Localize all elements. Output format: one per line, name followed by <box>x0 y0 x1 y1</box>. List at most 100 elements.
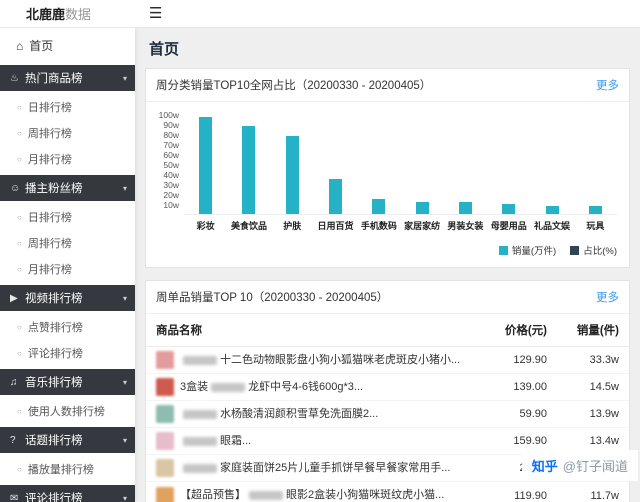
price-cell: 129.90 <box>473 347 557 374</box>
sidebar-item[interactable]: ○ 月排行榜 <box>0 256 135 282</box>
table-row[interactable]: 水杨酸清润颜积雪草免洗面膜2... 59.90 13.9w <box>146 401 629 428</box>
page-title: 首页 <box>149 38 630 59</box>
bar-column <box>271 115 314 214</box>
bullet-icon: ○ <box>17 407 22 416</box>
column-header-sales: 销量(件) <box>557 314 629 347</box>
sidebar-item[interactable]: ○ 点赞排行榜 <box>0 314 135 340</box>
x-tick-label: 男装女装 <box>444 219 487 232</box>
sidebar-section-label: 视频排行榜 <box>25 290 119 306</box>
x-axis-labels: 彩妆美食饮品护肤日用百货手机数码家居家纺男装女装母婴用品礼品文娱玩具 <box>184 219 617 232</box>
y-tick-label: 60w <box>163 150 179 160</box>
bar[interactable] <box>372 199 385 214</box>
price-cell: 139.00 <box>473 374 557 401</box>
sidebar-section-4[interactable]: ? 话题排行榜 ▾ <box>0 427 135 453</box>
user-icon: ☺ <box>10 183 25 194</box>
bar[interactable] <box>416 202 429 214</box>
chevron-down-icon: ▾ <box>123 494 127 502</box>
bar-column <box>357 115 400 214</box>
bar[interactable] <box>546 206 559 214</box>
sidebar-home-label: 首页 <box>29 37 53 54</box>
bar[interactable] <box>286 136 299 214</box>
table-header-row: 商品名称 价格(元) 销量(件) <box>146 314 629 347</box>
hamburger-menu-icon[interactable]: ☰ <box>149 6 162 21</box>
sidebar-item[interactable]: ○ 评论排行榜 <box>0 340 135 366</box>
product-name-prefix: 【超品预售】 <box>180 489 246 501</box>
blurred-text <box>183 356 217 365</box>
bullet-icon: ○ <box>17 349 22 358</box>
product-name-text: 龙虾中号4-6钱600g*3... <box>248 381 363 393</box>
sidebar-item[interactable]: ○ 周排行榜 <box>0 120 135 146</box>
table-row[interactable]: 【超品预售】眼影2盒装小狗猫咪斑纹虎小猫... 119.90 11.7w <box>146 482 629 502</box>
plot-area <box>184 115 617 215</box>
x-tick-label: 家居家纺 <box>400 219 443 232</box>
sidebar-item[interactable]: ○ 播放量排行榜 <box>0 456 135 482</box>
sidebar-item-home[interactable]: ⌂ 首页 <box>0 28 135 62</box>
brand-text-light: 数据 <box>65 7 91 22</box>
y-tick-label: 90w <box>163 120 179 130</box>
chevron-down-icon: ▾ <box>123 378 127 387</box>
sidebar-section-1[interactable]: ☺ 播主粉丝榜 ▾ <box>0 175 135 201</box>
legend-swatch <box>499 246 508 255</box>
table-row[interactable]: 十二色动物眼影盘小狗小狐猫咪老虎斑皮小猪小... 129.90 33.3w <box>146 347 629 374</box>
sidebar-section-label: 播主粉丝榜 <box>25 180 119 196</box>
topic-icon: ? <box>10 435 25 446</box>
blurred-text <box>183 437 217 446</box>
legend-item[interactable]: 占比(%) <box>570 243 617 257</box>
bar[interactable] <box>199 117 212 214</box>
app-window: 北鹿鹿数据 ☰ ⌂ 首页 ♨ 热门商品榜 ▾ ○ 日排行榜 ○ 周排行榜 ○ 月… <box>0 0 640 502</box>
watermark-handle: @钉子闻道 <box>563 456 628 475</box>
table-more-link[interactable]: 更多 <box>596 289 619 305</box>
sidebar-item[interactable]: ○ 月排行榜 <box>0 146 135 172</box>
sidebar-section-5[interactable]: ✉ 评论排行榜 ▾ <box>0 485 135 502</box>
chart-card: 周分类销量TOP10全网占比（20200330 - 20200405） 更多 1… <box>145 68 630 268</box>
sidebar-item[interactable]: ○ 日排行榜 <box>0 204 135 230</box>
sidebar-item[interactable]: ○ 日排行榜 <box>0 94 135 120</box>
legend-item[interactable]: 销量(万件) <box>499 243 556 257</box>
sales-cell: 14.5w <box>557 374 629 401</box>
sidebar-section-label: 音乐排行榜 <box>25 374 119 390</box>
sidebar: ⌂ 首页 ♨ 热门商品榜 ▾ ○ 日排行榜 ○ 周排行榜 ○ 月排行榜 ☺ 播主… <box>0 28 135 502</box>
bullet-icon: ○ <box>17 213 22 222</box>
brand-text-bold: 北鹿鹿 <box>26 7 65 22</box>
legend-label: 占比(%) <box>583 243 617 257</box>
sidebar-item[interactable]: ○ 使用人数排行榜 <box>0 398 135 424</box>
blurred-text <box>183 410 217 419</box>
comment-icon: ✉ <box>10 493 25 502</box>
sidebar-section-3[interactable]: ♫ 音乐排行榜 ▾ <box>0 369 135 395</box>
legend-label: 销量(万件) <box>512 243 556 257</box>
bullet-icon: ○ <box>17 239 22 248</box>
chart-card-header: 周分类销量TOP10全网占比（20200330 - 20200405） 更多 <box>146 69 629 102</box>
bullet-icon: ○ <box>17 103 22 112</box>
top-bar: 北鹿鹿数据 ☰ <box>0 0 640 28</box>
bar-column <box>400 115 443 214</box>
bar[interactable] <box>242 126 255 214</box>
bar-column <box>444 115 487 214</box>
x-tick-label: 护肤 <box>271 219 314 232</box>
product-image <box>156 351 174 369</box>
sidebar-section-2[interactable]: ▶ 视频排行榜 ▾ <box>0 285 135 311</box>
table-row[interactable]: 3盒装龙虾中号4-6钱600g*3... 139.00 14.5w <box>146 374 629 401</box>
sidebar-section-0[interactable]: ♨ 热门商品榜 ▾ <box>0 65 135 91</box>
x-tick-label: 母婴用品 <box>487 219 530 232</box>
product-name-cell: 3盒装龙虾中号4-6钱600g*3... <box>146 374 473 401</box>
app-logo: 北鹿鹿数据 <box>0 4 135 23</box>
column-header-price: 价格(元) <box>473 314 557 347</box>
main-content: 首页 周分类销量TOP10全网占比（20200330 - 20200405） 更… <box>135 28 640 502</box>
sidebar-item-label: 日排行榜 <box>28 99 72 115</box>
sidebar-item-label: 日排行榜 <box>28 209 72 225</box>
bar[interactable] <box>459 202 472 214</box>
bar[interactable] <box>589 206 602 214</box>
sidebar-sections: ♨ 热门商品榜 ▾ ○ 日排行榜 ○ 周排行榜 ○ 月排行榜 ☺ 播主粉丝榜 ▾… <box>0 65 135 502</box>
x-tick-label: 美食饮品 <box>227 219 270 232</box>
bar[interactable] <box>329 179 342 214</box>
sales-cell: 33.3w <box>557 347 629 374</box>
product-name-cell: 家庭装面饼25片儿童手抓饼早餐早餐家常用手... <box>146 455 473 482</box>
chart-more-link[interactable]: 更多 <box>596 77 619 93</box>
bar-column <box>487 115 530 214</box>
bar[interactable] <box>502 204 515 214</box>
bullet-icon: ○ <box>17 323 22 332</box>
y-tick-label: 50w <box>163 160 179 170</box>
chart-legend: 销量(万件) 占比(%) <box>499 243 617 257</box>
sidebar-item[interactable]: ○ 周排行榜 <box>0 230 135 256</box>
zhihu-logo: 知乎 <box>532 456 558 475</box>
